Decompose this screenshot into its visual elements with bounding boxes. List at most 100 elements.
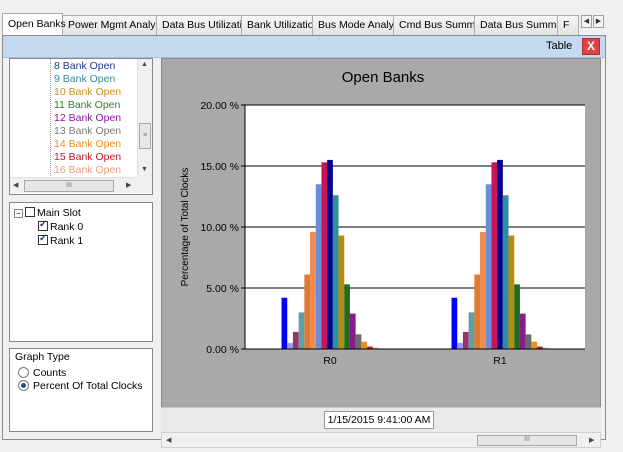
- bank-legend-item[interactable]: 8 Bank Open: [54, 60, 115, 72]
- scroll-left-icon[interactable]: ◀: [13, 181, 18, 189]
- chart-bar[interactable]: [497, 159, 503, 349]
- chart-bar[interactable]: [344, 284, 350, 349]
- tab-scroll-left-button[interactable]: ◀: [581, 15, 592, 28]
- rank-tree: − Main Slot Rank 0 Rank 1: [9, 202, 153, 342]
- scroll-right-icon[interactable]: ▶: [589, 436, 594, 444]
- chart-bar[interactable]: [474, 274, 481, 349]
- scroll-thumb[interactable]: ≡: [139, 123, 151, 149]
- tab-strip: Open Banks Power Mgmt Analysis Data Bus …: [2, 13, 606, 35]
- chart-bar[interactable]: [480, 231, 486, 349]
- tree-connector: [50, 59, 51, 176]
- radio-counts-button[interactable]: [18, 367, 29, 378]
- toolbar: Table X: [3, 36, 605, 58]
- bank-legend-list[interactable]: 8 Bank Open 9 Bank Open 10 Bank Open 11 Ban…: [9, 58, 153, 195]
- chart-bar[interactable]: [519, 313, 526, 349]
- radio-percent-button[interactable]: [18, 380, 29, 391]
- graph-type-group: Graph Type Counts Percent Of Total Clock…: [9, 348, 153, 432]
- collapse-icon[interactable]: −: [14, 209, 23, 218]
- tab-data-bus-utilization[interactable]: Data Bus Utilization: [156, 15, 254, 35]
- tree-node-rank-0[interactable]: Rank 0: [38, 219, 84, 233]
- chart-bar[interactable]: [508, 235, 515, 349]
- scroll-down-icon[interactable]: ▼: [141, 166, 148, 173]
- scroll-corner: [137, 177, 152, 193]
- rank-1-checkbox[interactable]: [38, 233, 48, 245]
- scroll-right-icon[interactable]: ▶: [126, 181, 131, 189]
- app-window: Open Banks Power Mgmt Analysis Data Bus …: [0, 0, 623, 452]
- x-tick-label: R1: [493, 355, 507, 367]
- chart-bar[interactable]: [457, 342, 463, 349]
- tab-overflow[interactable]: F: [557, 15, 579, 35]
- tab-bank-utilization[interactable]: Bank Utilization: [241, 15, 319, 35]
- bank-legend-item[interactable]: 9 Bank Open: [54, 73, 115, 85]
- chart-bar[interactable]: [531, 341, 538, 349]
- chart-bar[interactable]: [349, 313, 356, 349]
- main-area: 8 Bank Open 9 Bank Open 10 Bank Open 11 Ban…: [3, 58, 605, 448]
- bank-legend-item[interactable]: 16 Bank Open: [54, 164, 121, 176]
- tree-node-rank-1[interactable]: Rank 1: [38, 233, 84, 247]
- close-button[interactable]: X: [582, 38, 600, 55]
- radio-percent-total-clocks[interactable]: Percent Of Total Clocks: [18, 380, 143, 392]
- open-banks-chart: Open Banks 0.00 % 5.00 % 10.00 % 15.00 % 20.0…: [180, 69, 585, 367]
- tree-node-main-slot[interactable]: − Main Slot: [14, 207, 81, 219]
- bank-legend-item[interactable]: 11 Bank Open: [54, 99, 120, 111]
- chart-hscroll-thumb[interactable]: III: [477, 435, 577, 446]
- chart-bar[interactable]: [502, 195, 509, 349]
- tab-open-banks[interactable]: Open Banks: [2, 13, 66, 35]
- tab-bus-mode-analysis[interactable]: Bus Mode Analysis: [312, 15, 407, 35]
- tab-content: Table X 8 Bank Open 9 Bank Open 10 Bank Op…: [2, 35, 606, 448]
- chart-hscroll[interactable]: ◀ III ▶: [161, 432, 601, 448]
- tree-node-label: Main Slot: [37, 207, 81, 219]
- chart-bar[interactable]: [332, 195, 339, 349]
- chart-bar[interactable]: [310, 231, 316, 349]
- radio-counts[interactable]: Counts: [18, 367, 66, 379]
- hscroll-thumb[interactable]: III: [24, 180, 114, 192]
- chart-title: Open Banks: [342, 69, 425, 86]
- y-tick-label: 5.00 %: [206, 283, 239, 295]
- chart-bar[interactable]: [315, 184, 322, 349]
- graph-type-title: Graph Type: [15, 351, 70, 363]
- bank-list-vscroll[interactable]: ▲ ≡ ▼: [137, 59, 152, 177]
- chart-bar[interactable]: [361, 341, 368, 349]
- bank-list-hscroll[interactable]: ◀ III ▶: [10, 177, 137, 193]
- table-toggle-button[interactable]: Table: [546, 40, 572, 52]
- bank-legend-item[interactable]: 15 Bank Open: [54, 151, 121, 163]
- chart-bar[interactable]: [298, 312, 305, 349]
- tree-node-label: Rank 0: [50, 221, 84, 233]
- tab-data-bus-summary[interactable]: Data Bus Summary: [474, 15, 571, 35]
- y-tick-label: 0.00 %: [206, 344, 239, 356]
- bank-legend-item[interactable]: 10 Bank Open: [54, 86, 121, 98]
- chart-bar[interactable]: [462, 331, 469, 349]
- y-tick-label: 20.00 %: [200, 100, 239, 112]
- chart-bar[interactable]: [292, 331, 299, 349]
- chart-bar[interactable]: [491, 162, 498, 349]
- chart-bar[interactable]: [525, 334, 532, 349]
- chart-bar[interactable]: [451, 297, 458, 349]
- tab-power-mgmt-analysis[interactable]: Power Mgmt Analysis: [62, 15, 168, 35]
- y-axis-label: Percentage of Total Clocks: [180, 168, 191, 287]
- chart-bar[interactable]: [514, 284, 520, 349]
- chart-bar[interactable]: [281, 297, 288, 349]
- bank-legend-item[interactable]: 14 Bank Open: [54, 138, 121, 150]
- chart-bar[interactable]: [304, 274, 311, 349]
- timestamp-display: 1/15/2015 9:41:00 AM: [324, 411, 434, 429]
- scroll-up-icon[interactable]: ▲: [141, 61, 148, 68]
- main-slot-checkbox[interactable]: [25, 207, 35, 217]
- chart-bar[interactable]: [355, 334, 362, 349]
- tab-scroll-right-button[interactable]: ▶: [593, 15, 604, 28]
- tree-node-label: Rank 1: [50, 235, 84, 247]
- radio-label: Percent Of Total Clocks: [33, 380, 143, 392]
- y-tick-label: 10.00 %: [200, 222, 239, 234]
- bank-legend-item[interactable]: 12 Bank Open: [54, 112, 121, 124]
- chart-bar[interactable]: [485, 184, 492, 349]
- chart-bar[interactable]: [338, 235, 345, 349]
- chart-bar[interactable]: [468, 312, 475, 349]
- scroll-left-icon[interactable]: ◀: [166, 436, 171, 444]
- bank-legend-item[interactable]: 13 Bank Open: [54, 125, 121, 137]
- chart-bar[interactable]: [327, 159, 333, 349]
- chart-container: Open Banks 0.00 % 5.00 % 10.00 % 15.00 % 20.0…: [161, 58, 601, 432]
- rank-0-checkbox[interactable]: [38, 219, 48, 231]
- y-tick-label: 15.00 %: [200, 161, 239, 173]
- tab-cmd-bus-summary[interactable]: Cmd Bus Summary: [393, 15, 490, 35]
- chart-bar[interactable]: [321, 162, 328, 349]
- chart-bar[interactable]: [287, 342, 293, 349]
